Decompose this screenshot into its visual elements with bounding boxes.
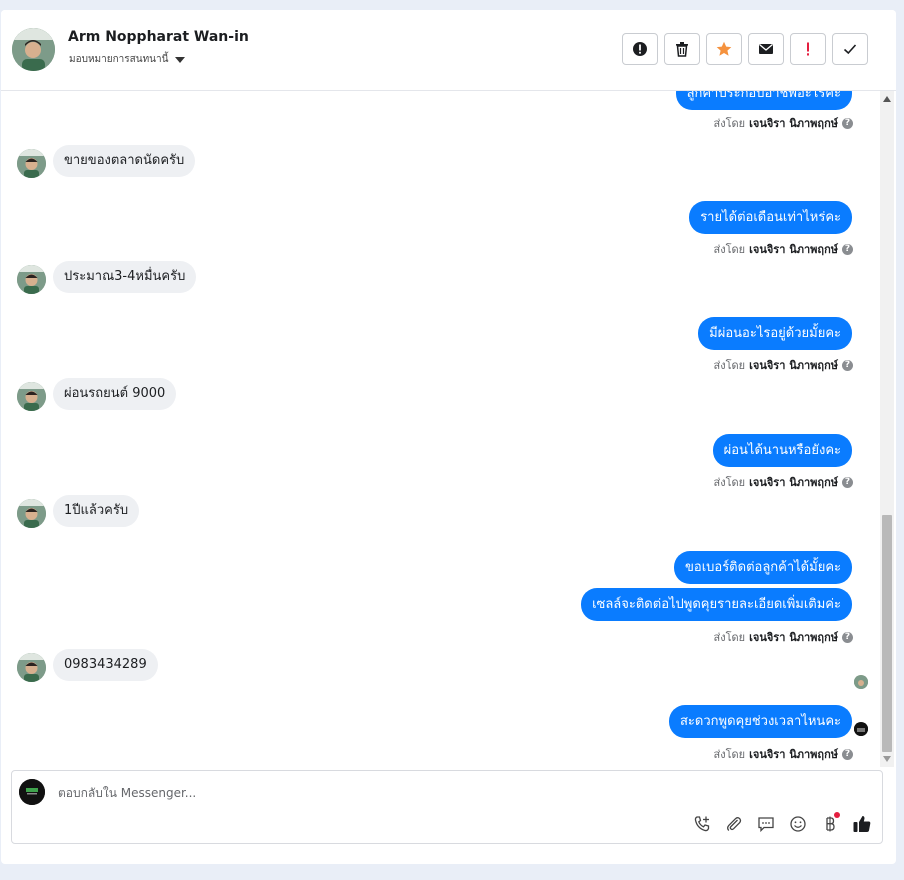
- sent-by-name: เจนจิรา นิภาพฤกษ์: [749, 748, 838, 761]
- sender-avatar[interactable]: [17, 149, 46, 178]
- read-receipt-avatar: [854, 675, 868, 689]
- message-bubble-outgoing[interactable]: มีผ่อนอะไรอยู่ด้วยมั้ยคะ: [698, 317, 852, 350]
- spam-button[interactable]: [622, 33, 658, 65]
- message-bubble-outgoing[interactable]: สะดวกพูดคุยช่วงเวลาไหนคะ: [668, 705, 852, 738]
- assign-label: มอบหมายการสนทนานี้: [69, 54, 169, 65]
- scroll-down-arrow-icon[interactable]: [883, 756, 891, 762]
- sent-by-label: ส่งโดย เจนจิรา นิภาพฤกษ์ ?: [714, 240, 853, 258]
- message-bubble-incoming[interactable]: 0983434289: [53, 649, 158, 681]
- message-bubble-incoming[interactable]: ประมาณ3-4หมื่นครับ: [53, 261, 197, 293]
- composer-actions: [692, 812, 872, 834]
- envelope-icon: [759, 44, 773, 54]
- message-bubble-outgoing[interactable]: ขอเบอร์ติดต่อลูกค้าได้มั้ยคะ: [674, 551, 852, 584]
- message-bubble-outgoing[interactable]: ลูกค้าประกอบอาชีพอะไรคะ: [675, 91, 852, 110]
- help-icon[interactable]: ?: [842, 359, 853, 371]
- reply-input[interactable]: [56, 782, 660, 804]
- contact-avatar[interactable]: [12, 28, 55, 71]
- conversation-toolbar: [622, 33, 868, 65]
- help-icon[interactable]: ?: [842, 476, 853, 488]
- sent-by-label: ส่งโดย เจนจิรา นิภาพฤกษ์ ?: [714, 356, 853, 374]
- message-bubble-outgoing[interactable]: รายได้ต่อเดือนเท่าไหร่คะ: [689, 201, 852, 234]
- sent-by-name: เจนจิรา นิภาพฤกษ์: [749, 476, 838, 489]
- sender-avatar[interactable]: [17, 653, 46, 682]
- trash-icon: [676, 42, 688, 57]
- caret-down-icon[interactable]: [175, 56, 186, 63]
- scrollbar-thumb[interactable]: [882, 515, 892, 752]
- page-avatar: [19, 779, 45, 805]
- message-bubble-outgoing[interactable]: เซลล์จะติดต่อไปพูดคุยรายละเอียดเพิ่มเติม…: [581, 588, 852, 621]
- paperclip-icon[interactable]: [724, 814, 744, 834]
- sent-by-prefix: ส่งโดย: [713, 359, 746, 372]
- sender-avatar[interactable]: [17, 382, 46, 411]
- sent-by-name: เจนจิรา นิภาพฤกษ์: [749, 243, 838, 256]
- help-icon[interactable]: ?: [842, 117, 853, 129]
- reply-composer: [11, 770, 883, 844]
- help-icon[interactable]: ?: [842, 631, 853, 643]
- sent-by-name: เจนจิรา นิภาพฤกษ์: [749, 631, 838, 644]
- thumbs-up-icon[interactable]: [852, 814, 872, 834]
- conversation-header: Arm Noppharat Wan-in มอบหมายการสนทนานี้: [1, 10, 896, 91]
- delivered-status-icon: [854, 722, 868, 736]
- sent-by-label: ส่งโดย เจนจิรา นิภาพฤกษ์ ?: [714, 628, 853, 646]
- checkmark-icon: [843, 44, 857, 55]
- scroll-up-arrow-icon[interactable]: [883, 96, 891, 102]
- message-bubble-incoming[interactable]: ผ่อนรถยนต์ 9000: [53, 378, 177, 410]
- sent-by-prefix: ส่งโดย: [713, 631, 746, 644]
- emoji-icon[interactable]: [788, 814, 808, 834]
- sender-avatar[interactable]: [17, 265, 46, 294]
- sent-by-prefix: ส่งโดย: [713, 117, 746, 130]
- thread-scrollbar[interactable]: [880, 91, 894, 767]
- sent-by-label: ส่งโดย เจนจิรา นิภาพฤกษ์ ?: [714, 473, 853, 491]
- sent-by-prefix: ส่งโดย: [713, 243, 746, 256]
- star-icon: [716, 41, 732, 56]
- done-button[interactable]: [832, 33, 868, 65]
- sent-by-name: เจนจิรา นิภาพฤกษ์: [749, 359, 838, 372]
- sent-by-label: ส่งโดย เจนจิรา นิภาพฤกษ์ ?: [714, 745, 853, 763]
- message-bubble-incoming[interactable]: ขายของตลาดนัดครับ: [53, 145, 196, 177]
- message-bubble-outgoing[interactable]: ผ่อนได้นานหรือยังคะ: [712, 434, 852, 467]
- saved-reply-icon[interactable]: [756, 814, 776, 834]
- call-plus-icon[interactable]: [692, 814, 712, 834]
- alert-circle-icon: [633, 42, 647, 56]
- sent-by-prefix: ส่งโดย: [713, 748, 746, 761]
- baht-icon[interactable]: [820, 812, 840, 834]
- sender-avatar[interactable]: [17, 499, 46, 528]
- important-button[interactable]: [790, 33, 826, 65]
- assign-conversation-dropdown[interactable]: มอบหมายการสนทนานี้: [69, 52, 186, 67]
- notification-dot: [834, 812, 840, 818]
- sent-by-name: เจนจิรา นิภาพฤกษ์: [749, 117, 838, 130]
- mark-unread-button[interactable]: [748, 33, 784, 65]
- star-button[interactable]: [706, 33, 742, 65]
- message-bubble-incoming[interactable]: 1ปีแล้วครับ: [53, 495, 140, 527]
- sent-by-label: ส่งโดย เจนจิรา นิภาพฤกษ์ ?: [714, 114, 853, 132]
- help-icon[interactable]: ?: [842, 748, 853, 760]
- exclamation-icon: [807, 42, 809, 56]
- message-thread[interactable]: ลูกค้าประกอบอาชีพอะไรคะ ส่งโดย เจนจิรา น…: [1, 91, 879, 767]
- sent-by-prefix: ส่งโดย: [713, 476, 746, 489]
- help-icon[interactable]: ?: [842, 243, 853, 255]
- contact-name: Arm Noppharat Wan-in: [68, 29, 249, 45]
- conversation-panel: Arm Noppharat Wan-in มอบหมายการสนทนานี้: [1, 10, 896, 864]
- delete-button[interactable]: [664, 33, 700, 65]
